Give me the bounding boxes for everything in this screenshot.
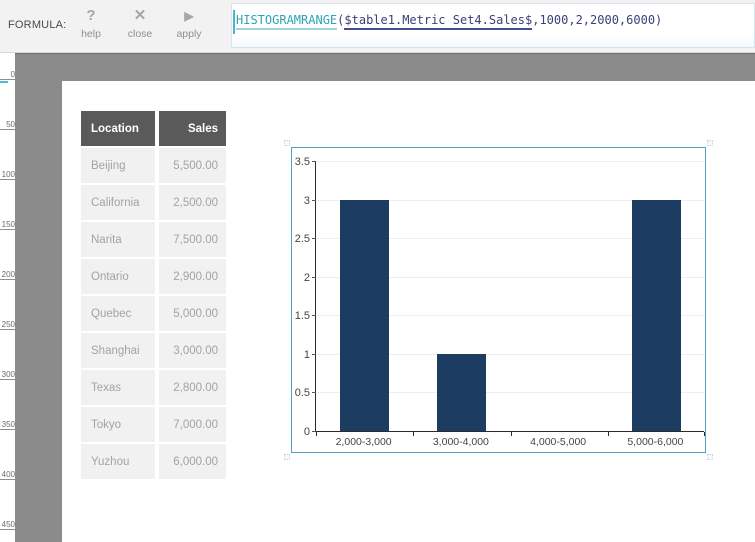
table-cell-location: California <box>81 185 155 220</box>
ruler-tick: 200 <box>0 269 15 280</box>
help-icon: ? <box>68 6 114 26</box>
formula-function-token: HISTOGRAMRANGE <box>236 13 337 30</box>
close-button[interactable]: ✕ close <box>117 6 163 40</box>
table-header-location: Location <box>81 111 155 146</box>
table-cell-location: Shanghai <box>81 333 155 368</box>
x-axis-tick <box>704 432 705 436</box>
resize-handle-bottom-left[interactable] <box>284 454 290 460</box>
table-cell-location: Narita <box>81 222 155 257</box>
data-table: LocationSalesBeijing5,500.00California2,… <box>81 111 226 479</box>
table-cell-sales: 2,800.00 <box>159 370 226 405</box>
formula-toolbar: FORMULA: ? help ✕ close ▶ apply HISTOGRA… <box>0 0 755 53</box>
histogram-chart[interactable]: 0 0.5 1 1.5 2 2.5 3 3.5 2,000-3,0003,000-4,0004… <box>291 147 706 453</box>
table-cell-location: Quebec <box>81 296 155 331</box>
canvas-page[interactable]: LocationSalesBeijing5,500.00California2,… <box>62 81 755 542</box>
vertical-ruler: 0 50 100 150 200 250 300 350 400 450 <box>0 53 15 542</box>
ruler-tick: 450 <box>0 519 15 530</box>
app-window: FORMULA: ? help ✕ close ▶ apply HISTOGRA… <box>0 0 755 542</box>
x-axis-label: 4,000-5,000 <box>510 436 607 448</box>
y-axis-label: 0.5 <box>292 387 313 399</box>
text-cursor <box>233 10 235 34</box>
gridline <box>316 161 705 162</box>
y-axis-tick <box>312 200 316 201</box>
formula-arguments: ,1000,2,2000,6000) <box>532 13 662 27</box>
histogram-bar <box>437 354 486 431</box>
help-button[interactable]: ? help <box>68 6 114 40</box>
ruler-tick: 350 <box>0 419 15 430</box>
ruler-tick: 300 <box>0 369 15 380</box>
table-cell-sales: 7,500.00 <box>159 222 226 257</box>
canvas-workspace: 0 50 100 150 200 250 300 350 400 450 LocationSale… <box>0 53 755 542</box>
formula-field-reference: $table1.Metric Set4.Sales$ <box>344 13 532 30</box>
y-axis-label: 0 <box>292 426 313 438</box>
resize-handle-top-left[interactable] <box>284 140 290 146</box>
table-cell-sales: 7,000.00 <box>159 407 226 442</box>
table-cell-location: Yuzhou <box>81 444 155 479</box>
resize-handle-top-right[interactable] <box>707 140 713 146</box>
x-axis-label: 5,000-6,000 <box>607 436 704 448</box>
formula-label: FORMULA: <box>8 19 66 31</box>
table-cell-sales: 5,500.00 <box>159 148 226 183</box>
y-axis-tick <box>312 277 316 278</box>
y-axis-label: 3 <box>292 195 313 207</box>
y-axis-tick <box>312 354 316 355</box>
y-axis-tick <box>312 392 316 393</box>
ruler-origin-marker <box>0 81 8 83</box>
apply-icon: ▶ <box>166 6 212 26</box>
close-button-label: close <box>117 28 163 40</box>
y-axis-labels: 00.511.522.533.5 <box>292 162 313 432</box>
help-button-label: help <box>68 28 114 40</box>
y-axis-tick <box>312 161 316 162</box>
y-axis-label: 3.5 <box>292 156 313 168</box>
table-header-sales: Sales <box>159 111 226 146</box>
ruler-tick: 0 <box>0 69 15 80</box>
table-cell-location: Texas <box>81 370 155 405</box>
y-axis-tick <box>312 315 316 316</box>
y-axis-label: 2.5 <box>292 233 313 245</box>
y-axis-tick <box>312 238 316 239</box>
plot-area <box>315 162 704 432</box>
y-axis-label: 2 <box>292 272 313 284</box>
table-cell-sales: 6,000.00 <box>159 444 226 479</box>
table-cell-sales: 2,500.00 <box>159 185 226 220</box>
close-icon: ✕ <box>117 6 163 26</box>
ruler-tick: 100 <box>0 169 15 180</box>
histogram-bar <box>340 200 389 431</box>
table-cell-location: Tokyo <box>81 407 155 442</box>
y-axis-label: 1 <box>292 349 313 361</box>
ruler-tick: 50 <box>0 119 15 130</box>
apply-button[interactable]: ▶ apply <box>166 6 212 40</box>
table-cell-sales: 2,900.00 <box>159 259 226 294</box>
ruler-tick: 250 <box>0 319 15 330</box>
table-cell-sales: 3,000.00 <box>159 333 226 368</box>
y-axis-label: 1.5 <box>292 310 313 322</box>
ruler-tick: 400 <box>0 469 15 480</box>
ruler-tick: 150 <box>0 219 15 230</box>
histogram-bar <box>632 200 681 431</box>
formula-input[interactable]: HISTOGRAMRANGE($table1.Metric Set4.Sales… <box>231 3 755 48</box>
table-cell-sales: 5,000.00 <box>159 296 226 331</box>
table-cell-location: Ontario <box>81 259 155 294</box>
x-axis-label: 3,000-4,000 <box>412 436 509 448</box>
resize-handle-bottom-right[interactable] <box>707 454 713 460</box>
apply-button-label: apply <box>166 28 212 40</box>
table-cell-location: Beijing <box>81 148 155 183</box>
x-axis-label: 2,000-3,000 <box>315 436 412 448</box>
formula-expression: HISTOGRAMRANGE($table1.Metric Set4.Sales… <box>236 13 662 27</box>
